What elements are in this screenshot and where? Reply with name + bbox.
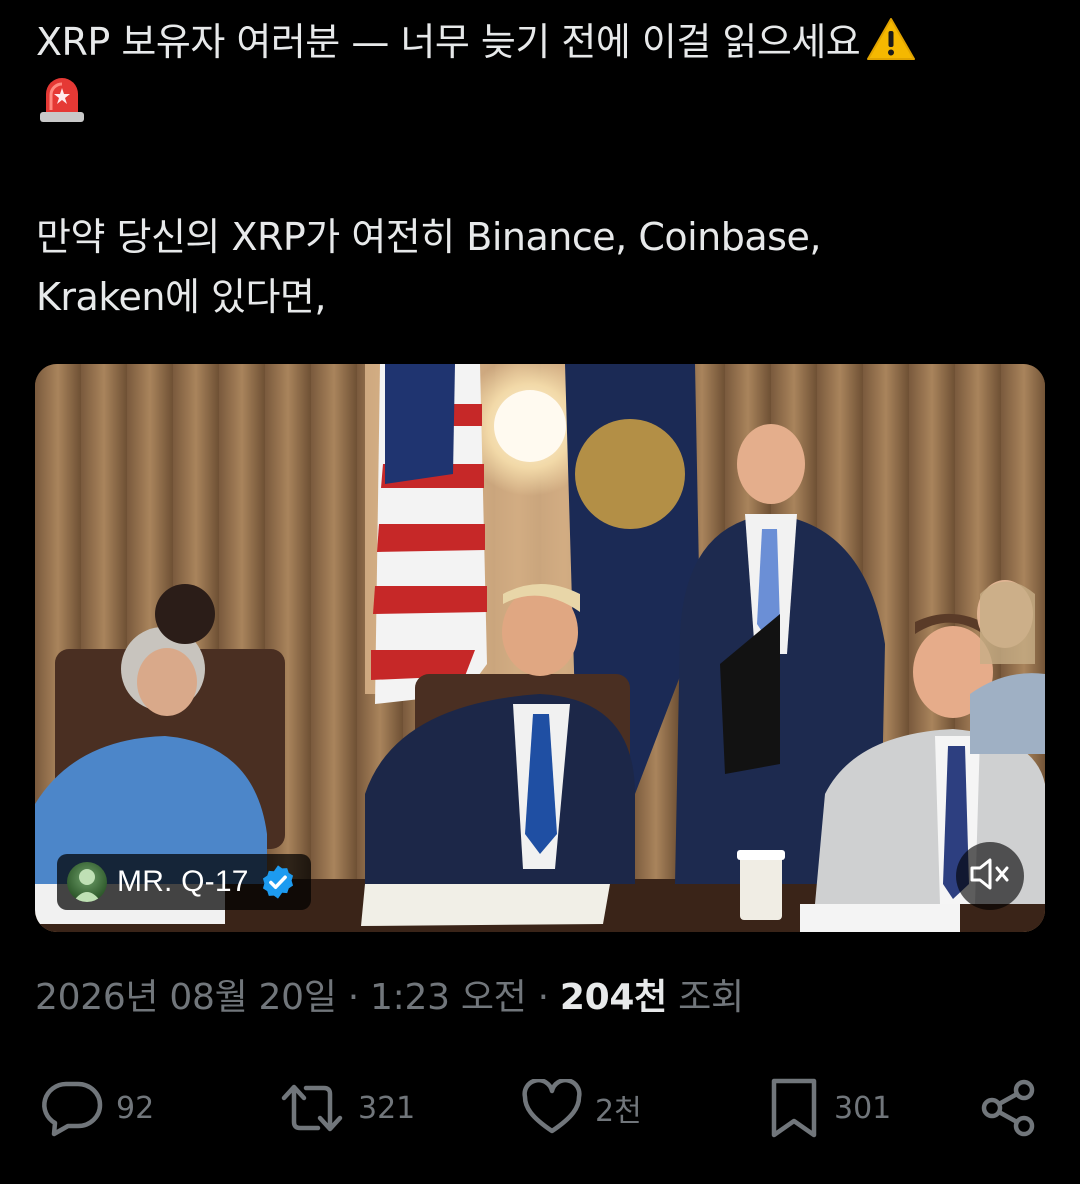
retweet-button[interactable]: 321 (278, 1070, 415, 1146)
bookmark-icon (766, 1077, 822, 1139)
reply-button[interactable]: 92 (40, 1070, 154, 1146)
video-player[interactable]: MR. Q-17 (35, 364, 1045, 932)
video-author-chip[interactable]: MR. Q-17 (57, 854, 311, 910)
tweet-text: XRP 보유자 여러분 — 너무 늦기 전에 이걸 읽으세요 만약 당신의 XR… (36, 12, 1046, 327)
video-frame (35, 364, 1045, 932)
retweet-icon (278, 1078, 346, 1138)
reply-count: 92 (116, 1090, 155, 1126)
bookmark-button[interactable]: 301 (766, 1070, 891, 1146)
tweet-actions: 92 321 2천 301 (0, 1070, 1080, 1146)
author-avatar (67, 862, 107, 902)
tweet-line-2 (36, 72, 1046, 135)
tweet-meta: 2026년 08월 20일 · 1:23 오전 · 204천 조회 (35, 968, 744, 1020)
retweet-count: 321 (358, 1090, 416, 1126)
heart-icon (521, 1079, 583, 1137)
tweet-line-1-text: XRP 보유자 여러분 — 너무 늦기 전에 이걸 읽으세요 (36, 20, 861, 64)
meta-separator: · (336, 977, 371, 1018)
tweet-date[interactable]: 2026년 08월 20일 (35, 977, 337, 1018)
share-icon (978, 1077, 1040, 1139)
meta-separator: · (526, 977, 560, 1018)
tweet-line-3: 만약 당신의 XRP가 여전히 Binance, Coinbase, (36, 215, 821, 259)
bookmark-count: 301 (834, 1090, 892, 1126)
views-count: 204천 (559, 977, 667, 1018)
warning-icon (866, 17, 916, 61)
siren-icon (36, 72, 88, 126)
share-button[interactable] (978, 1070, 1040, 1146)
mute-button[interactable] (956, 842, 1024, 910)
reply-icon (40, 1078, 104, 1138)
like-button[interactable]: 2천 (521, 1070, 642, 1146)
like-count: 2천 (595, 1094, 642, 1129)
verified-badge-icon (259, 863, 297, 901)
tweet-line-1: XRP 보유자 여러분 — 너무 늦기 전에 이걸 읽으세요 (36, 12, 1046, 72)
author-name: MR. Q-17 (117, 865, 249, 898)
tweet-time[interactable]: 1:23 오전 (370, 977, 527, 1018)
views-label: 조회 (666, 977, 744, 1018)
speaker-muted-icon (968, 855, 1012, 897)
tweet-line-4: Kraken에 있다면, (36, 275, 326, 319)
